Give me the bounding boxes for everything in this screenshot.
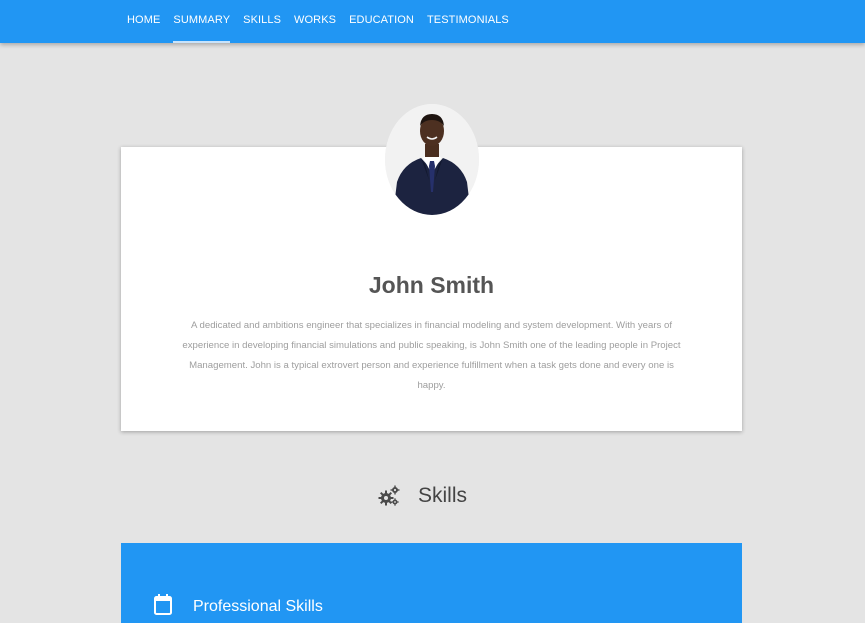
nav-skills[interactable]: SKILLS [243, 0, 281, 43]
nav-testimonials[interactable]: TESTIMONIALS [427, 0, 509, 43]
profile-name: John Smith [368, 272, 495, 298]
gears-icon [378, 485, 400, 506]
skills-section-heading: Skills [0, 484, 865, 508]
main-nav: HOME SUMMARY SKILLS WORKS EDUCATION TEST… [127, 0, 522, 43]
profile-avatar [385, 104, 479, 215]
profile-photo [385, 104, 479, 215]
professional-skills-panel: Professional Skills [121, 543, 742, 623]
skills-title: Skills [417, 484, 467, 507]
top-navbar: HOME SUMMARY SKILLS WORKS EDUCATION TEST… [0, 0, 865, 43]
profile-bio: A dedicated and ambitions engineer that … [182, 320, 681, 391]
calendar-icon [154, 594, 172, 615]
nav-summary[interactable]: SUMMARY [173, 0, 230, 43]
nav-home[interactable]: HOME [127, 0, 160, 43]
nav-works[interactable]: WORKS [294, 0, 336, 43]
nav-education[interactable]: EDUCATION [349, 0, 414, 43]
professional-skills-title: Professional Skills [193, 598, 323, 615]
